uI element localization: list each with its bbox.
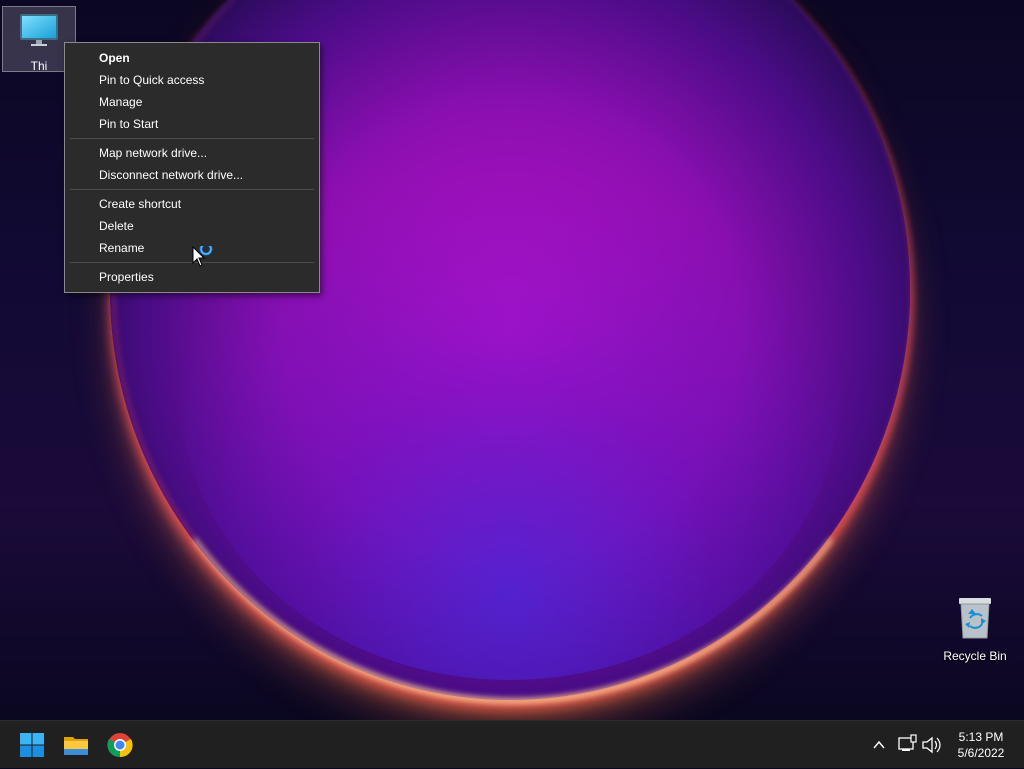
menu-item-delete[interactable]: Delete xyxy=(99,216,134,236)
menu-item-properties[interactable]: Properties xyxy=(99,267,154,287)
menu-item-map-network-drive[interactable]: Map network drive... xyxy=(99,143,207,163)
taskbar-clock[interactable]: 5:13 PM 5/6/2022 xyxy=(946,729,1016,761)
file-explorer-icon[interactable] xyxy=(60,729,92,761)
menu-separator xyxy=(70,189,314,190)
clock-date: 5/6/2022 xyxy=(957,746,1005,760)
menu-item-create-shortcut[interactable]: Create shortcut xyxy=(99,194,181,214)
menu-item-pin-quick-access[interactable]: Pin to Quick access xyxy=(99,70,204,90)
volume-icon[interactable] xyxy=(920,721,942,769)
recycle-bin-label: Recycle Bin xyxy=(943,649,1007,663)
start-icon[interactable] xyxy=(16,729,48,761)
menu-item-disconnect-network-drive[interactable]: Disconnect network drive... xyxy=(99,165,243,185)
network-icon[interactable] xyxy=(896,721,918,769)
monitor-icon xyxy=(20,14,58,46)
busy-cursor-icon xyxy=(192,246,213,267)
menu-item-pin-to-start[interactable]: Pin to Start xyxy=(99,114,158,134)
menu-separator xyxy=(70,138,314,139)
menu-item-open[interactable]: Open xyxy=(99,48,130,68)
chrome-icon[interactable] xyxy=(104,729,136,761)
recycle-bin-desktop-icon[interactable]: Recycle Bin xyxy=(938,596,1012,663)
taskbar: 5:13 PM 5/6/2022 xyxy=(0,720,1024,768)
recycle-bin-icon xyxy=(959,598,991,639)
menu-item-manage[interactable]: Manage xyxy=(99,92,142,112)
clock-time: 5:13 PM xyxy=(958,730,1004,744)
chevron-up-icon[interactable] xyxy=(870,721,888,769)
menu-item-rename[interactable]: Rename xyxy=(99,238,144,258)
